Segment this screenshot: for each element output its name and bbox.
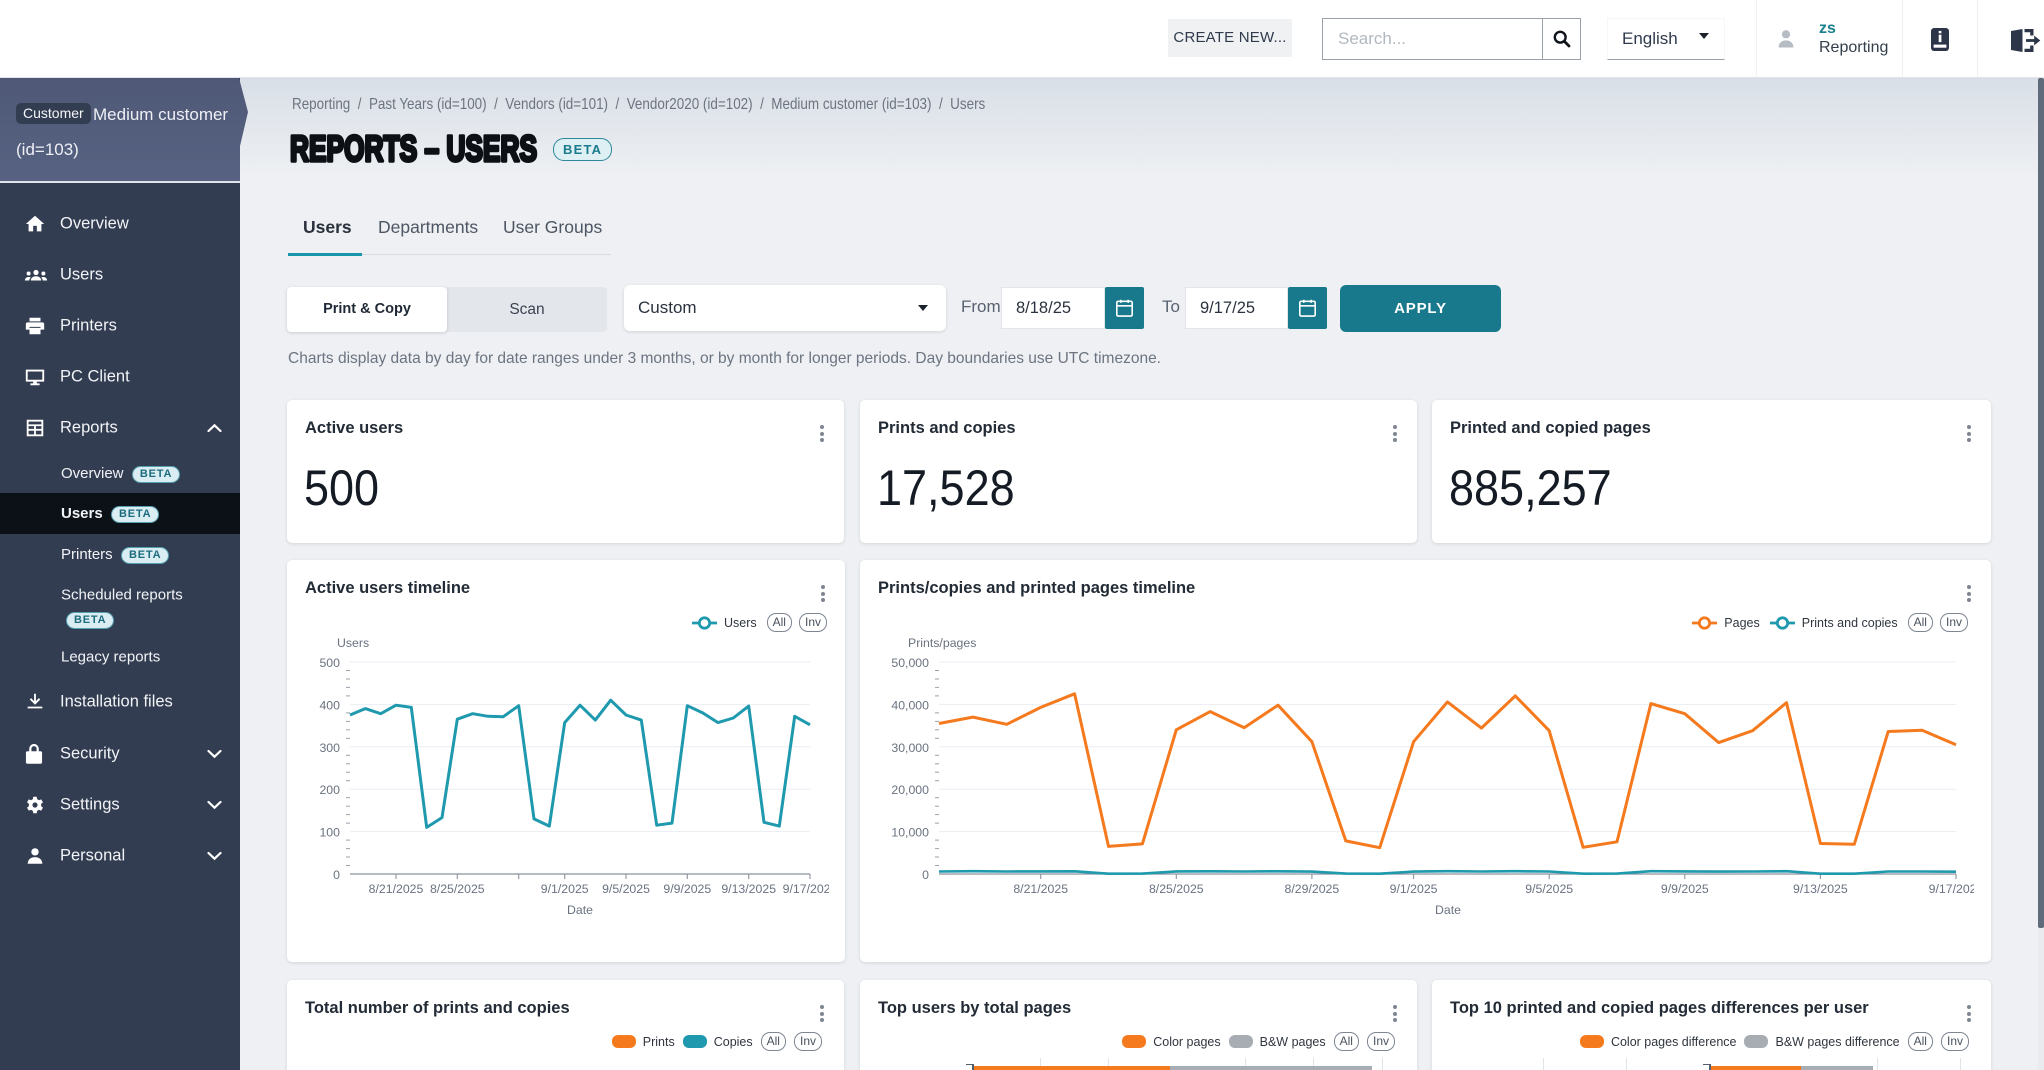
svg-text:9/1/2025: 9/1/2025 [1390, 882, 1438, 896]
svg-text:9/9/2025: 9/9/2025 [1661, 882, 1709, 896]
svg-text:200: 200 [319, 783, 340, 797]
svg-text:9/5/2025: 9/5/2025 [602, 882, 650, 896]
svg-text:50,000: 50,000 [891, 656, 929, 670]
svg-text:8/25/2025: 8/25/2025 [430, 882, 485, 896]
svg-text:0: 0 [922, 868, 929, 882]
svg-text:0: 0 [333, 868, 340, 882]
svg-text:9/5/2025: 9/5/2025 [1525, 882, 1573, 896]
svg-text:Date: Date [567, 903, 593, 917]
svg-text:300: 300 [319, 741, 340, 755]
svg-text:REPORTS – USERS: REPORTS – USERS [290, 128, 537, 169]
svg-text:10,000: 10,000 [891, 826, 929, 840]
svg-text:8/25/2025: 8/25/2025 [1149, 882, 1204, 896]
svg-text:8/29/2025: 8/29/2025 [1285, 882, 1340, 896]
svg-text:9/1/2025: 9/1/2025 [541, 882, 589, 896]
svg-text:9/13/2025: 9/13/2025 [1793, 882, 1848, 896]
svg-text:9/17/2025: 9/17/2025 [783, 882, 829, 896]
svg-text:100: 100 [319, 826, 340, 840]
svg-text:30,000: 30,000 [891, 741, 929, 755]
svg-text:9/9/2025: 9/9/2025 [663, 882, 711, 896]
svg-text:9/17/2025: 9/17/2025 [1929, 882, 1974, 896]
svg-text:Prints/pages: Prints/pages [908, 636, 976, 650]
svg-text:9/13/2025: 9/13/2025 [721, 882, 776, 896]
svg-text:Users: Users [337, 636, 369, 650]
svg-text:500: 500 [319, 656, 340, 670]
svg-text:8/21/2025: 8/21/2025 [1013, 882, 1068, 896]
svg-text:40,000: 40,000 [891, 698, 929, 712]
svg-text:400: 400 [319, 698, 340, 712]
svg-text:Date: Date [1435, 903, 1461, 917]
svg-text:8/21/2025: 8/21/2025 [369, 882, 424, 896]
svg-text:20,000: 20,000 [891, 783, 929, 797]
